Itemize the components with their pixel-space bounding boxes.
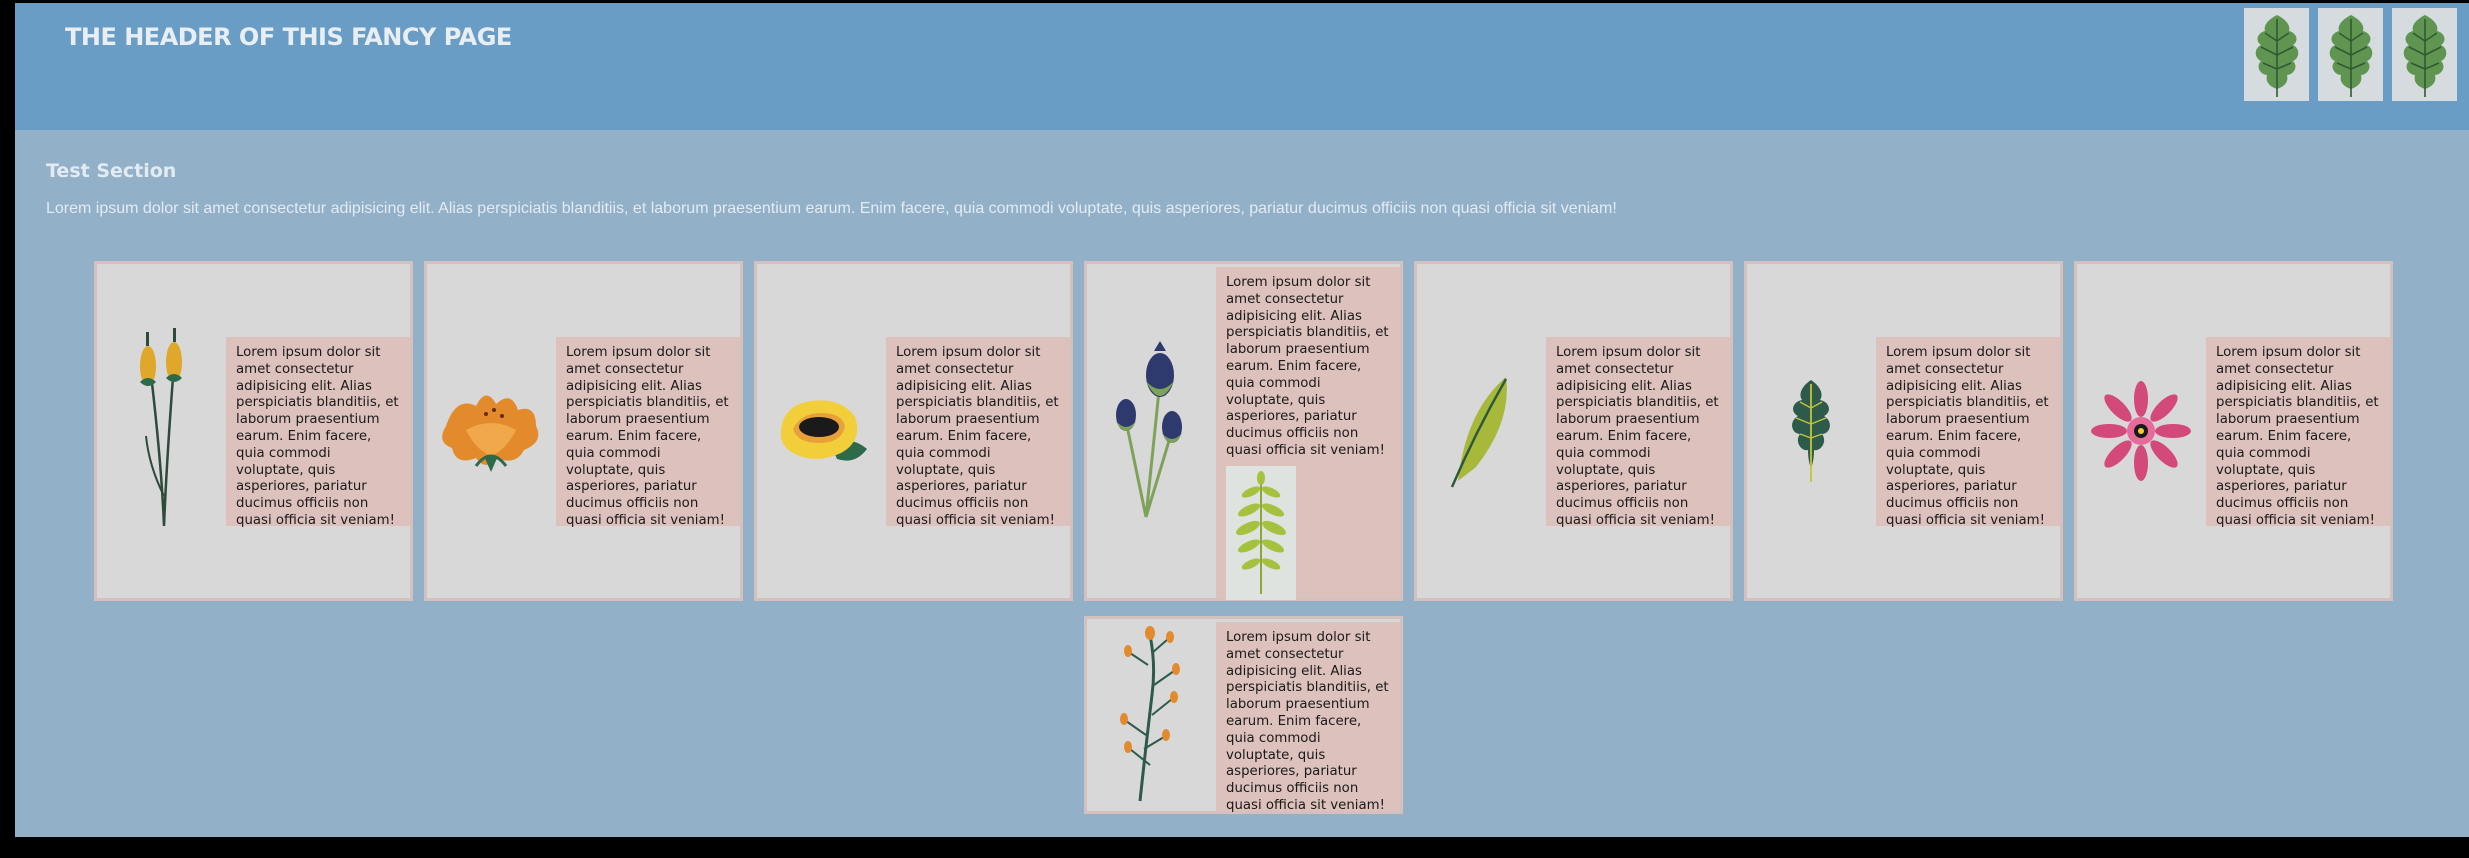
pink-daisy-icon bbox=[2077, 264, 2205, 598]
header-title: THE HEADER OF THIS FANCY PAGE bbox=[65, 23, 512, 51]
yellow-rose-icon bbox=[757, 264, 885, 598]
card-text: Lorem ipsum dolor sit amet consectetur a… bbox=[1876, 337, 2060, 528]
page-header: THE HEADER OF THIS FANCY PAGE bbox=[15, 3, 2469, 130]
dark-oak-leaf-icon bbox=[1747, 264, 1875, 598]
blue-thistle-icon bbox=[1087, 264, 1215, 598]
card-text: Lorem ipsum dolor sit amet consectetur a… bbox=[1216, 622, 1400, 813]
orange-carnation-icon bbox=[427, 264, 555, 598]
oak-leaf-icon bbox=[2318, 8, 2383, 101]
card-text: Lorem ipsum dolor sit amet consectetur a… bbox=[1226, 275, 1389, 458]
card: Lorem ipsum dolor sit amet consectetur a… bbox=[94, 261, 413, 601]
fern-sprig-icon bbox=[1226, 465, 1296, 600]
card: Lorem ipsum dolor sit amet consectetur a… bbox=[1084, 261, 1403, 601]
card-text: Lorem ipsum dolor sit amet consectetur a… bbox=[1546, 337, 1730, 528]
card: Lorem ipsum dolor sit amet consectetur a… bbox=[1744, 261, 2063, 601]
oak-leaf-icon bbox=[2392, 8, 2457, 101]
card: Lorem ipsum dolor sit amet consectetur a… bbox=[424, 261, 743, 601]
card: Lorem ipsum dolor sit amet consectetur a… bbox=[1414, 261, 1733, 601]
card: Lorem ipsum dolor sit amet consectetur a… bbox=[1084, 616, 1403, 814]
card-text: Lorem ipsum dolor sit amet consectetur a… bbox=[886, 337, 1070, 528]
card-text: Lorem ipsum dolor sit amet consectetur a… bbox=[2206, 337, 2390, 528]
card-text: Lorem ipsum dolor sit amet consectetur a… bbox=[226, 337, 410, 528]
section-title: Test Section bbox=[46, 160, 177, 182]
header-leaf-gallery bbox=[2244, 8, 2457, 101]
card-text-panel: Lorem ipsum dolor sit amet consectetur a… bbox=[1216, 267, 1400, 600]
card-text: Lorem ipsum dolor sit amet consectetur a… bbox=[556, 337, 740, 528]
page: THE HEADER OF THIS FANCY PAGE Test Secti… bbox=[15, 3, 2469, 837]
section-intro: Lorem ipsum dolor sit amet consectetur a… bbox=[46, 200, 1617, 217]
orange-berry-sprig-icon bbox=[1087, 619, 1215, 811]
card: Lorem ipsum dolor sit amet consectetur a… bbox=[2074, 261, 2393, 601]
oak-leaf-icon bbox=[2244, 8, 2309, 101]
green-leaf-icon bbox=[1417, 264, 1545, 598]
card: Lorem ipsum dolor sit amet consectetur a… bbox=[754, 261, 1073, 601]
yellow-tulip-buds-icon bbox=[97, 264, 225, 598]
